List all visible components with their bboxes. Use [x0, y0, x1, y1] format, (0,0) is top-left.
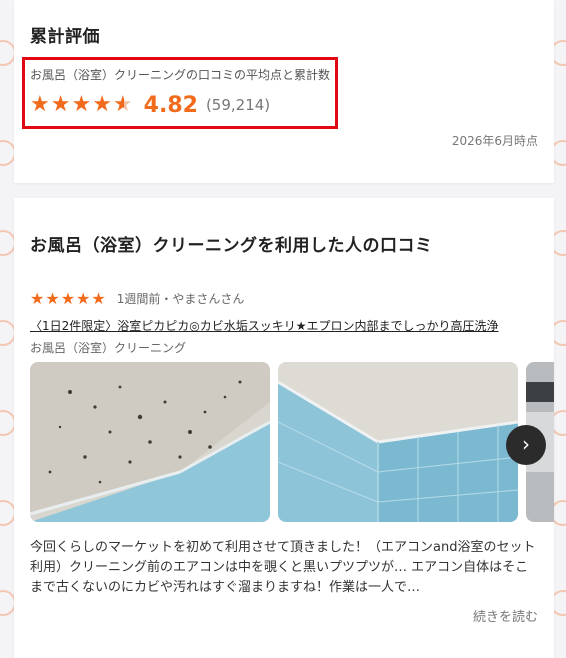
review-body: 今回くらしのマーケットを初めて利用させて頂きました！（エアコンand浴室のセット…	[30, 540, 536, 595]
carousel-next-button[interactable]: ›	[506, 425, 546, 465]
as-of-date: 2026年6月時点	[451, 134, 538, 148]
summary-subtitle: お風呂（浴室）クリーニングの口コミの平均点と累計数	[30, 68, 331, 82]
read-more-link[interactable]: 続きを読む	[473, 606, 538, 625]
star-icon: ★	[45, 289, 60, 308]
rating-summary-card: 累計評価 お風呂（浴室）クリーニングの口コミの平均点と累計数 ★ ★ ★ ★ ★…	[14, 0, 554, 183]
star-icon: ★	[60, 289, 76, 308]
review-photo-carousel	[30, 362, 554, 524]
summary-title: 累計評価	[30, 27, 100, 47]
reviews-card: お風呂（浴室）クリーニングを利用した人の口コミ ★ ★ ★ ★ ★ 1週間前・や…	[14, 198, 554, 658]
star-icon: ★	[92, 92, 112, 117]
review-rating: ★ ★ ★ ★ ★ 1週間前・やまさんさん	[30, 289, 244, 308]
average-rating-row: ★ ★ ★ ★ ★ 4.82 (59,214)	[30, 92, 270, 118]
reviews-title: お風呂（浴室）クリーニングを利用した人の口コミ	[30, 236, 433, 256]
star-icon: ★	[30, 289, 45, 308]
review-count: (59,214)	[205, 96, 271, 114]
review-photo[interactable]	[30, 362, 270, 522]
half-star-icon: ★	[112, 92, 133, 117]
review-meta: 1週間前・やまさんさん	[116, 292, 245, 306]
star-icon: ★	[50, 92, 71, 117]
average-score: 4.82	[143, 92, 198, 118]
star-icon: ★	[30, 92, 50, 117]
star-icon: ★	[91, 289, 106, 308]
review-service-link[interactable]: 〈1日2件限定〉浴室ピカピカ◎カビ水垢スッキリ★エプロン内部までしっかり高圧洗浄	[30, 317, 499, 334]
review-category: お風呂（浴室）クリーニング	[30, 341, 187, 355]
star-icon: ★	[71, 92, 92, 117]
chevron-right-icon: ›	[522, 432, 530, 456]
review-photo[interactable]	[278, 362, 518, 522]
star-icon: ★	[76, 289, 91, 308]
